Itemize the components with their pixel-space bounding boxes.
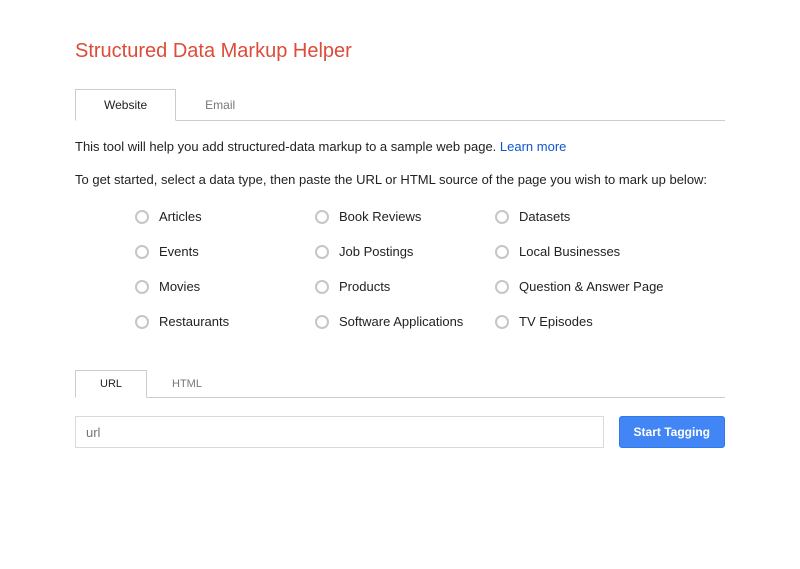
datatype-label: Articles [159, 209, 202, 224]
datatype-label: Job Postings [339, 244, 413, 259]
datatype-label: Local Businesses [519, 244, 620, 259]
url-input[interactable] [75, 416, 604, 448]
datatype-option-articles[interactable]: Articles [135, 209, 305, 224]
datatype-option-events[interactable]: Events [135, 244, 305, 259]
radio-icon [135, 315, 149, 329]
datatype-option-restaurants[interactable]: Restaurants [135, 314, 305, 329]
datatype-grid: Articles Book Reviews Datasets Events Jo… [75, 209, 725, 329]
datatype-option-job-postings[interactable]: Job Postings [315, 244, 485, 259]
datatype-label: Events [159, 244, 199, 259]
datatype-option-book-reviews[interactable]: Book Reviews [315, 209, 485, 224]
tab-url[interactable]: URL [75, 370, 147, 398]
start-tagging-button[interactable]: Start Tagging [619, 416, 725, 448]
datatype-option-software-apps[interactable]: Software Applications [315, 314, 485, 329]
tab-email[interactable]: Email [176, 89, 264, 121]
datatype-label: Question & Answer Page [519, 279, 664, 294]
radio-icon [495, 245, 509, 259]
datatype-option-tv-episodes[interactable]: TV Episodes [495, 314, 665, 329]
datatype-option-qa-page[interactable]: Question & Answer Page [495, 279, 665, 294]
input-row: Start Tagging [75, 416, 725, 448]
radio-icon [315, 315, 329, 329]
datatype-label: Products [339, 279, 390, 294]
tab-website[interactable]: Website [75, 89, 176, 121]
datatype-option-movies[interactable]: Movies [135, 279, 305, 294]
radio-icon [315, 210, 329, 224]
radio-icon [495, 315, 509, 329]
radio-icon [315, 245, 329, 259]
datatype-label: Restaurants [159, 314, 229, 329]
radio-icon [495, 210, 509, 224]
mode-tabs: Website Email [75, 88, 725, 121]
intro-text: This tool will help you add structured-d… [75, 139, 725, 154]
page-title: Structured Data Markup Helper [75, 40, 725, 63]
datatype-option-products[interactable]: Products [315, 279, 485, 294]
radio-icon [135, 280, 149, 294]
input-mode-tabs: URL HTML [75, 369, 725, 398]
datatype-label: Movies [159, 279, 200, 294]
radio-icon [315, 280, 329, 294]
radio-icon [135, 245, 149, 259]
datatype-label: TV Episodes [519, 314, 593, 329]
datatype-option-datasets[interactable]: Datasets [495, 209, 665, 224]
radio-icon [495, 280, 509, 294]
radio-icon [135, 210, 149, 224]
instructions-text: To get started, select a data type, then… [75, 172, 725, 187]
datatype-option-local-businesses[interactable]: Local Businesses [495, 244, 665, 259]
tab-html[interactable]: HTML [147, 370, 227, 398]
learn-more-link[interactable]: Learn more [500, 139, 566, 154]
intro-text-body: This tool will help you add structured-d… [75, 139, 500, 154]
datatype-label: Datasets [519, 209, 570, 224]
datatype-label: Software Applications [339, 314, 463, 329]
datatype-label: Book Reviews [339, 209, 421, 224]
